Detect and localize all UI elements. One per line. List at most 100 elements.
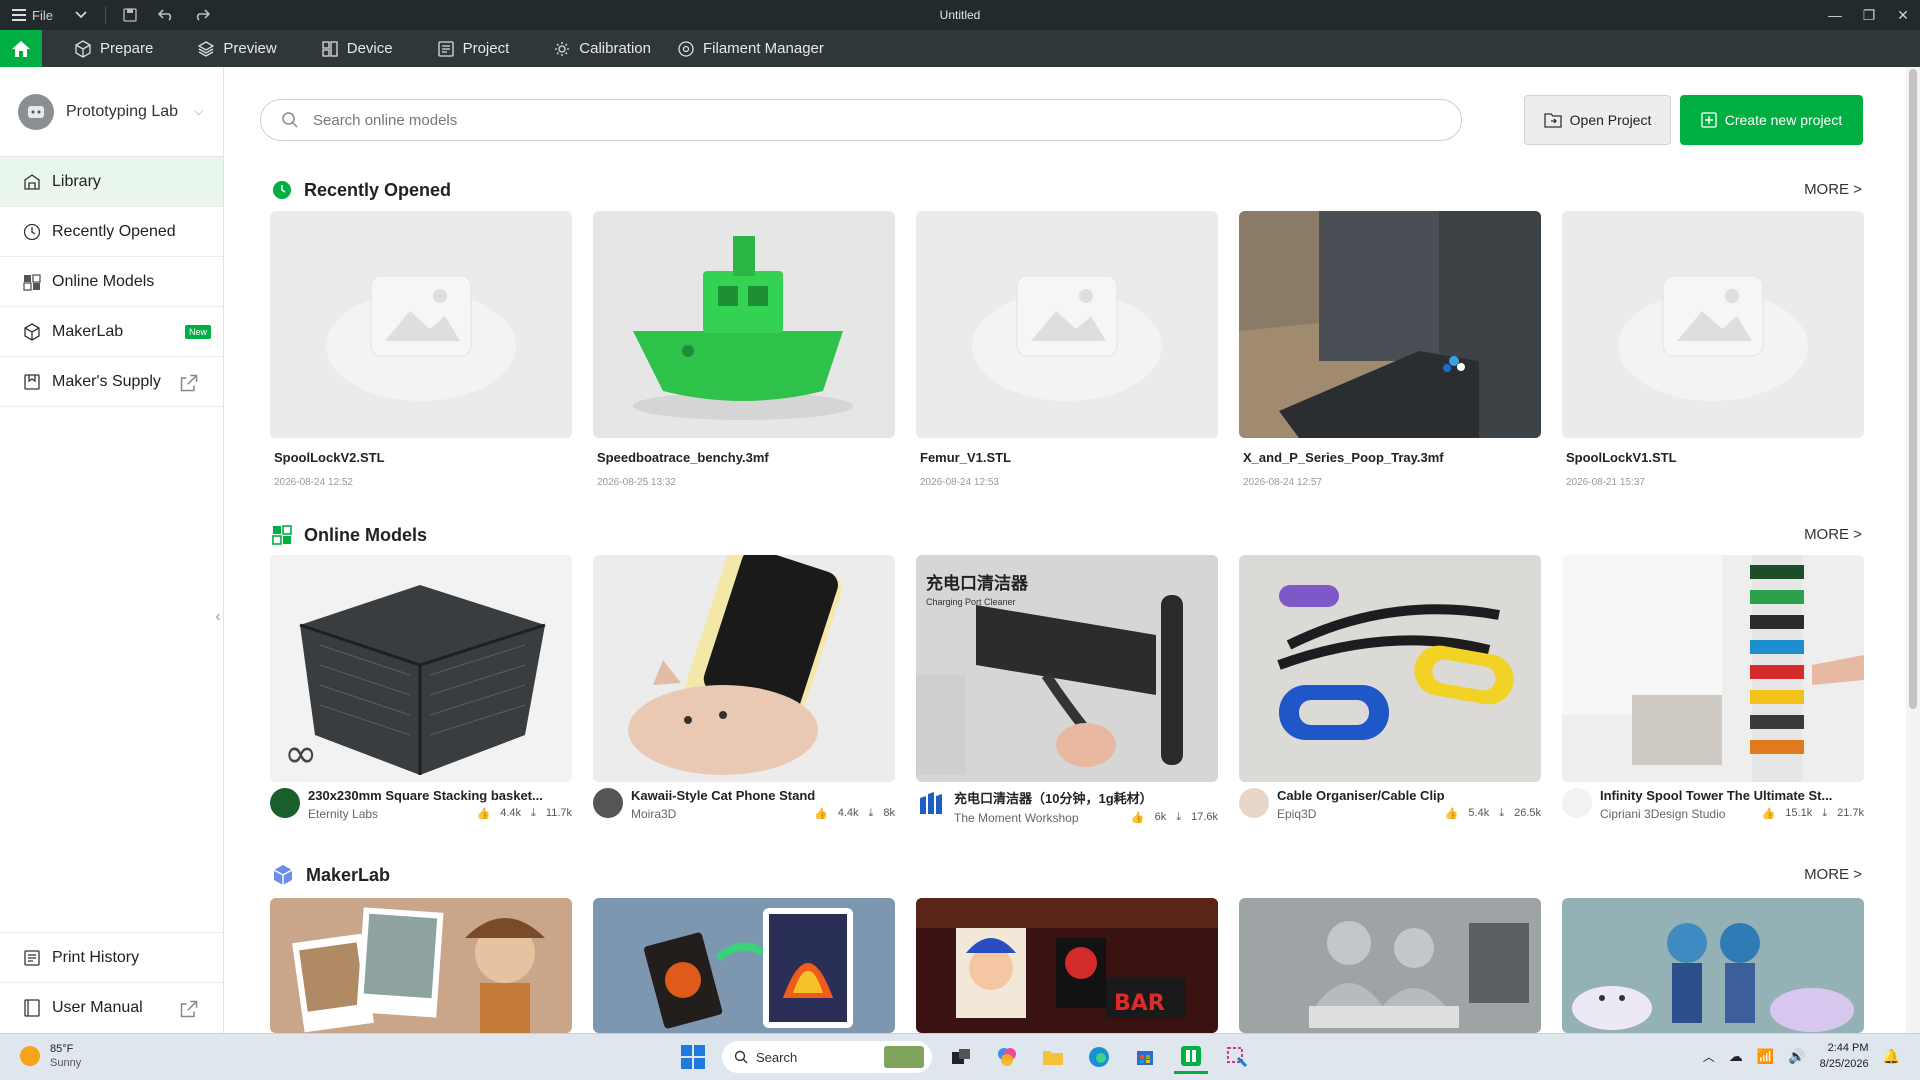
search-icon: [282, 112, 298, 128]
recent-card-2[interactable]: Speedboatrace_benchy.3mf 2026-08-25 13:3…: [593, 211, 895, 488]
online-model-card-4[interactable]: Cable Organiser/Cable Clip Epiq3D 👍 5.4k ⤓…: [1239, 555, 1541, 821]
online-model-card-5[interactable]: Infinity Spool Tower The Ultimate St... …: [1562, 555, 1864, 821]
weather-temp: 85°F: [50, 1043, 74, 1055]
creator-avatar: [270, 788, 300, 818]
makerlab-more-link[interactable]: MORE >: [1804, 866, 1862, 883]
makerlab-card-5[interactable]: [1562, 898, 1864, 1033]
undo-icon[interactable]: [152, 0, 180, 30]
open-project-button[interactable]: Open Project: [1524, 95, 1671, 145]
notification-bell-icon[interactable]: 🔔: [1883, 1048, 1900, 1065]
minimize-button[interactable]: —: [1818, 0, 1852, 30]
recent-file-name: Femur_V1.STL: [920, 450, 1012, 465]
cloud-off-icon[interactable]: ☁: [1729, 1048, 1743, 1065]
save-icon[interactable]: [116, 0, 144, 30]
svg-text:∞: ∞: [284, 731, 317, 777]
tab-label: Prepare: [100, 40, 154, 57]
like-icon: 👍: [1761, 808, 1776, 820]
clock[interactable]: 2:44 PM 8/25/2026: [1820, 1040, 1869, 1072]
collapse-sidebar-handle[interactable]: ‹: [212, 577, 224, 657]
chevron-down-icon[interactable]: [67, 0, 95, 30]
tab-filament-manager[interactable]: Filament Manager: [673, 30, 846, 67]
taskbar-search[interactable]: Search: [722, 1041, 932, 1073]
clock-date: 8/25/2026: [1819, 1058, 1869, 1070]
recent-card-5[interactable]: SpoolLockV1.STL 2026-08-21 15:37: [1562, 211, 1864, 488]
tab-device[interactable]: Device: [299, 30, 415, 67]
file-menu-button[interactable]: File: [12, 0, 53, 30]
top-navigation: Prepare Preview Device Project Calibrati…: [0, 30, 1920, 67]
chevron-up-icon[interactable]: ︿: [1703, 1048, 1715, 1065]
makerlab-card-4[interactable]: [1239, 898, 1541, 1033]
tab-project[interactable]: Project: [415, 30, 532, 67]
makerlab-card-1[interactable]: [270, 898, 572, 1033]
folder-icon: [1543, 113, 1562, 128]
start-button[interactable]: [676, 1040, 710, 1074]
restore-button[interactable]: ❐: [1852, 0, 1886, 30]
sidebar-item-label: User Manual: [52, 999, 143, 1016]
online-more-link[interactable]: MORE >: [1804, 526, 1862, 543]
recent-file-date: 2026-08-24 12:57: [1243, 477, 1322, 488]
cube-icon: [75, 39, 91, 58]
likes-count: 4.4k: [837, 807, 859, 819]
profile-selector[interactable]: Prototyping Lab ⌵: [0, 67, 223, 157]
creator-name: Cipriani 3Design Studio: [1600, 807, 1726, 821]
online-model-card-2[interactable]: Kawaii-Style Cat Phone Stand Moira3D 👍 4.…: [593, 555, 895, 821]
recent-card-1[interactable]: SpoolLockV2.STL 2026-08-24 12:52: [270, 211, 572, 488]
sidebar-item-library[interactable]: Library: [0, 157, 223, 207]
copilot-icon[interactable]: [990, 1040, 1024, 1074]
file-explorer-icon[interactable]: [1036, 1040, 1070, 1074]
store-icon[interactable]: [1128, 1040, 1162, 1074]
basket-thumbnail: ∞: [270, 555, 572, 782]
sidebar-item-online-models[interactable]: Online Models: [0, 257, 223, 307]
snipping-tool-icon[interactable]: [1220, 1040, 1254, 1074]
like-icon: 👍: [1130, 812, 1145, 824]
profile-name: Prototyping Lab: [66, 102, 179, 120]
search-icon: [734, 1050, 748, 1064]
weather-widget[interactable]: 85°F Sunny: [20, 1042, 81, 1070]
tab-calibration[interactable]: Calibration: [531, 30, 673, 67]
redo-icon[interactable]: [188, 0, 216, 30]
recent-file-date: 2026-08-25 13:32: [597, 477, 676, 488]
scrollbar-thumb[interactable]: [1909, 69, 1917, 709]
sidebar-item-user-manual[interactable]: User Manual: [0, 983, 223, 1033]
tab-preview[interactable]: Preview: [175, 30, 298, 67]
title-bar: File Untitled — ❐ ✕: [0, 0, 1920, 30]
creator-name: Moira3D: [631, 807, 677, 821]
downloads-count: 26.5k: [1514, 807, 1541, 819]
model-title: Cable Organiser/Cable Clip: [1277, 788, 1445, 803]
home-button[interactable]: [0, 30, 42, 67]
poop-tray-thumbnail: [1239, 211, 1541, 438]
main-scrollbar[interactable]: [1906, 67, 1920, 1033]
sidebar-item-makerlab[interactable]: MakerLab New: [0, 307, 223, 357]
tab-prepare[interactable]: Prepare: [52, 30, 175, 67]
manual-icon: [24, 999, 40, 1017]
sidebar-item-makers-supply[interactable]: Maker's Supply: [0, 357, 223, 407]
sidebar-item-print-history[interactable]: Print History: [0, 933, 223, 983]
history-icon: [24, 949, 40, 966]
create-project-button[interactable]: Create new project: [1680, 95, 1863, 145]
edge-browser-icon[interactable]: [1082, 1040, 1116, 1074]
volume-icon[interactable]: 🔊: [1788, 1048, 1805, 1065]
avatar: [18, 93, 54, 130]
clock-time: 2:44 PM: [1827, 1042, 1869, 1054]
sidebar-item-recently-opened[interactable]: Recently Opened: [0, 207, 223, 257]
recent-card-4[interactable]: X_and_P_Series_Poop_Tray.3mf 2026-08-24 …: [1239, 211, 1541, 488]
makerlab-card-2[interactable]: [593, 898, 895, 1033]
online-model-card-3[interactable]: 充电口清洁器 Charging Port Cleaner 充电口清洁器（10分钟…: [916, 555, 1218, 825]
makerlab-card-3[interactable]: BAR: [916, 898, 1218, 1033]
clock-icon: [273, 181, 291, 199]
sidebar-item-label: MakerLab: [52, 322, 124, 340]
task-view-icon[interactable]: [944, 1040, 978, 1074]
recent-more-link[interactable]: MORE >: [1804, 181, 1862, 198]
creator-name: Epiq3D: [1277, 807, 1317, 821]
search-box[interactable]: [260, 99, 1462, 141]
hamburger-icon: [12, 9, 26, 21]
online-model-card-1[interactable]: ∞ 230x230mm Square Stacking basket... Et…: [270, 555, 572, 821]
search-input[interactable]: [313, 111, 1413, 129]
cartoon-figures-thumbnail: [1562, 898, 1864, 1033]
figurine-photo-thumbnail: [270, 898, 572, 1033]
bambu-studio-icon[interactable]: [1174, 1040, 1208, 1074]
new-badge: New: [184, 325, 211, 339]
wifi-icon[interactable]: 📶: [1757, 1048, 1774, 1065]
close-button[interactable]: ✕: [1886, 0, 1920, 30]
recent-card-3[interactable]: Femur_V1.STL 2026-08-24 12:53: [916, 211, 1218, 488]
